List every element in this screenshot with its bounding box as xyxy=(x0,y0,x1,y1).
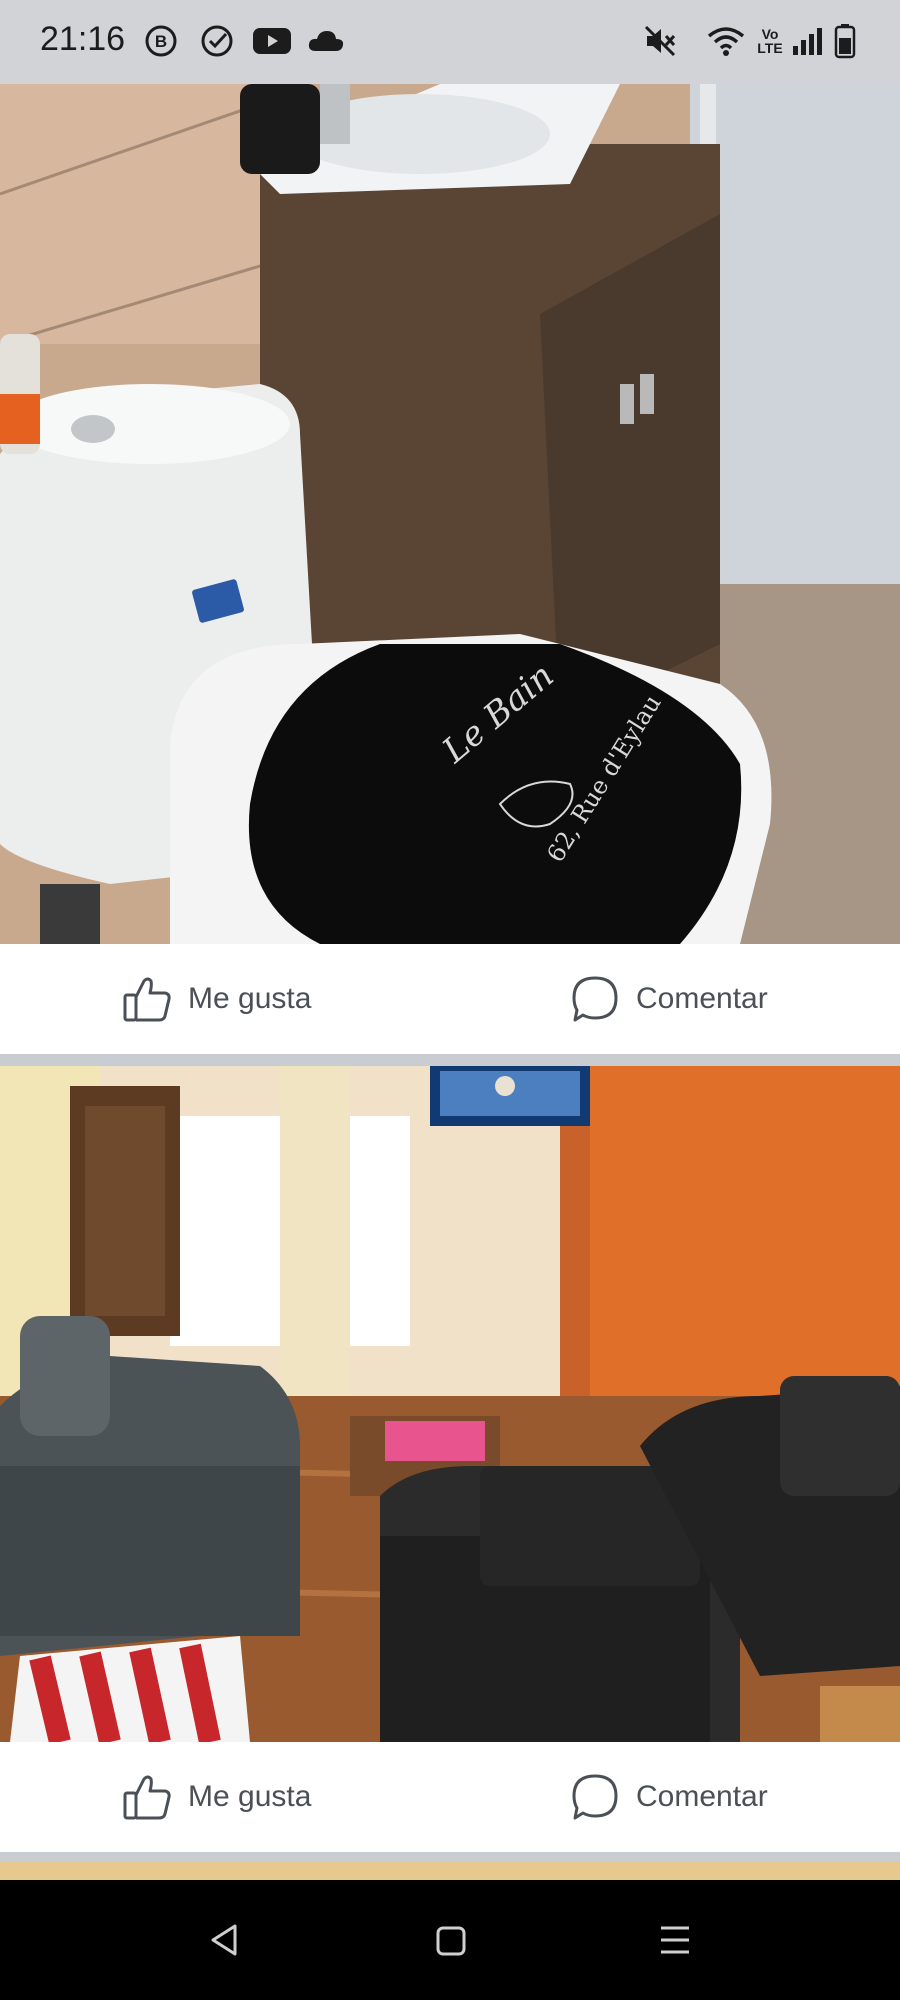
check-circle-icon xyxy=(198,22,236,60)
cloud-icon xyxy=(306,22,346,60)
post-photo-bathroom[interactable]: Le Bain 62, Rue d'Eylau xyxy=(0,84,900,944)
post-action-bar: Me gusta Comentar xyxy=(0,944,900,1054)
feed-separator xyxy=(0,1852,900,1862)
like-button[interactable]: Me gusta xyxy=(122,944,311,1054)
comment-label: Comentar xyxy=(636,982,768,1015)
like-button[interactable]: Me gusta xyxy=(122,1742,311,1852)
back-icon[interactable] xyxy=(185,1900,265,1980)
b-circle-icon: B xyxy=(142,22,180,60)
youtube-icon xyxy=(250,22,294,60)
thumbs-up-icon xyxy=(123,1775,171,1820)
comment-button[interactable]: Comentar xyxy=(570,1742,768,1852)
home-icon[interactable] xyxy=(410,1900,490,1980)
post-photo-living-room[interactable] xyxy=(0,1066,900,1742)
battery-icon xyxy=(832,22,858,60)
comment-label: Comentar xyxy=(636,1780,768,1813)
next-post-photo-peek[interactable] xyxy=(0,1862,900,1880)
like-label: Me gusta xyxy=(188,982,312,1015)
wifi-icon xyxy=(706,22,746,60)
status-time: 21:16 xyxy=(40,20,126,58)
like-label: Me gusta xyxy=(188,1780,312,1813)
comment-bubble-icon xyxy=(572,1774,618,1820)
thumbs-up-icon xyxy=(123,977,171,1022)
post-action-bar: Me gusta Comentar xyxy=(0,1742,900,1852)
mute-icon xyxy=(640,22,680,60)
svg-text:B: B xyxy=(155,32,167,51)
volte-label: Vo LTE xyxy=(757,26,783,56)
status-bar: 21:16 B Vo LTE xyxy=(0,0,900,84)
feed-separator xyxy=(0,1054,900,1066)
comment-button[interactable]: Comentar xyxy=(570,944,768,1054)
comment-bubble-icon xyxy=(572,976,618,1022)
volte-icon: Vo LTE xyxy=(754,22,786,60)
menu-icon[interactable] xyxy=(635,1900,715,1980)
system-nav-bar xyxy=(0,1880,900,2000)
signal-icon xyxy=(790,22,824,60)
